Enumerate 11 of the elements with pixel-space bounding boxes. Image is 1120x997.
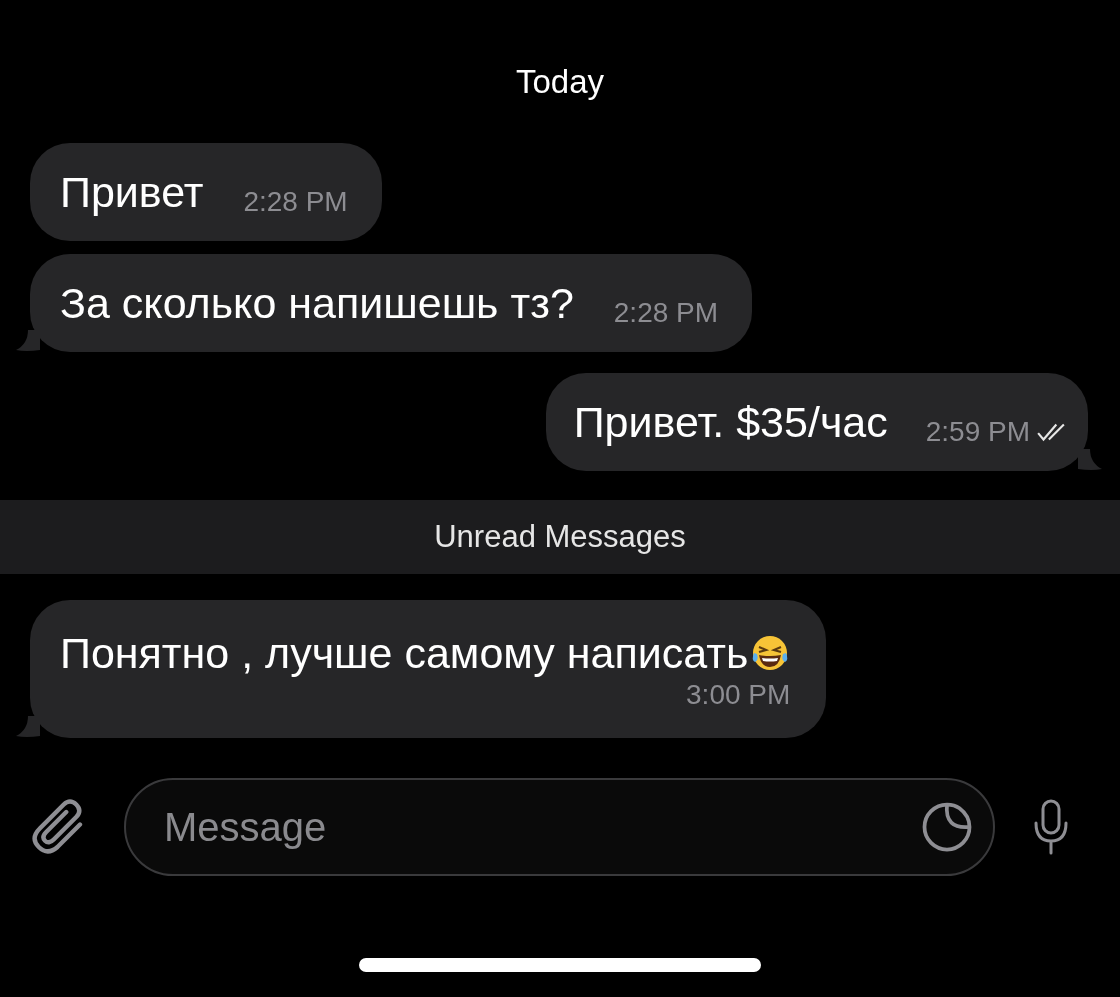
message-text: Привет bbox=[60, 167, 204, 218]
message-time: 2:28 PM bbox=[613, 297, 719, 329]
unread-label: Unread Messages bbox=[434, 519, 686, 555]
date-header: Today bbox=[515, 62, 605, 102]
message-text: Понятно , лучше самому написать bbox=[60, 628, 749, 679]
message-input-field[interactable]: Message bbox=[124, 778, 995, 876]
message-time: 2:59 PM bbox=[925, 416, 1030, 448]
message-time: 2:28 PM bbox=[243, 186, 348, 218]
message-time: 3:00 PM bbox=[686, 679, 791, 711]
message-text: За сколько напишешь тз? bbox=[60, 278, 574, 329]
message-text: Привет. $35/час bbox=[573, 397, 888, 448]
